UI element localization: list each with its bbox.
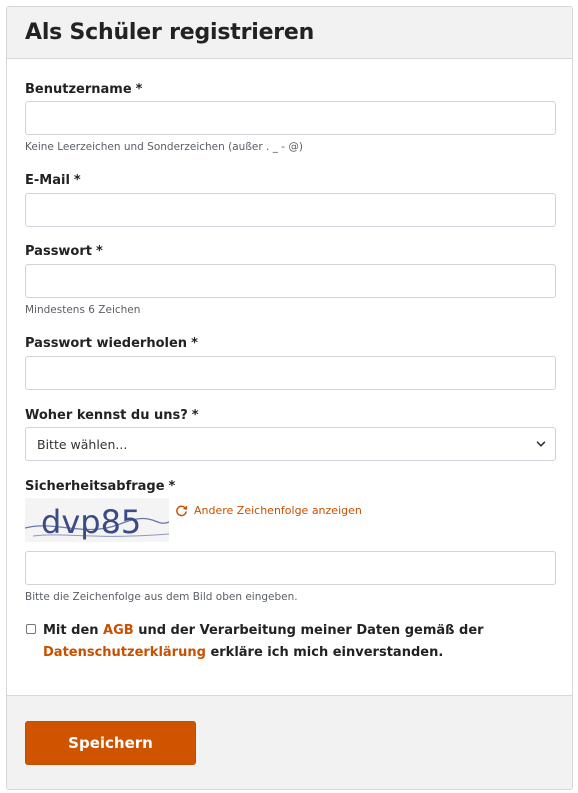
email-label: E-Mail * bbox=[25, 173, 81, 188]
password-input[interactable] bbox=[25, 264, 556, 298]
username-label: Benutzername * bbox=[25, 82, 143, 97]
agb-link[interactable]: AGB bbox=[103, 623, 134, 638]
captcha-label: Sicherheitsabfrage * bbox=[25, 479, 176, 494]
privacy-policy-link[interactable]: Datenschutzerklärung bbox=[43, 645, 206, 660]
username-hint: Keine Leerzeichen und Sonderzeichen (auß… bbox=[25, 141, 304, 153]
password-hint: Mindestens 6 Zeichen bbox=[25, 304, 141, 316]
registration-card: Als Schüler registrieren Benutzername * K… bbox=[6, 6, 573, 790]
page-title: Als Schüler registrieren bbox=[25, 20, 315, 45]
referral-select[interactable]: Bitte wählen... bbox=[25, 427, 556, 461]
username-input[interactable] bbox=[25, 101, 556, 135]
referral-label: Woher kennst du uns? * bbox=[25, 408, 199, 423]
password-repeat-label: Passwort wiederholen * bbox=[25, 336, 198, 351]
captcha-refresh-label: Andere Zeichenfolge anzeigen bbox=[194, 504, 362, 517]
card-header: Als Schüler registrieren bbox=[7, 7, 572, 59]
referral-select-value: Bitte wählen... bbox=[37, 437, 128, 452]
captcha-refresh-link[interactable]: Andere Zeichenfolge anzeigen bbox=[175, 504, 362, 517]
captcha-text: dvp85 bbox=[41, 503, 141, 541]
password-repeat-input[interactable] bbox=[25, 356, 556, 390]
consent-checkbox[interactable] bbox=[26, 624, 36, 634]
save-button[interactable]: Speichern bbox=[25, 721, 196, 765]
consent-text: Mit den AGB und der Verarbeitung meiner … bbox=[43, 623, 484, 660]
email-input[interactable] bbox=[25, 193, 556, 227]
refresh-icon bbox=[176, 505, 188, 517]
captcha-input[interactable] bbox=[25, 551, 556, 585]
captcha-image: dvp85 bbox=[25, 498, 169, 542]
password-label: Passwort * bbox=[25, 244, 103, 259]
chevron-down-icon bbox=[536, 441, 546, 447]
captcha-hint: Bitte die Zeichenfolge aus dem Bild oben… bbox=[25, 591, 298, 603]
